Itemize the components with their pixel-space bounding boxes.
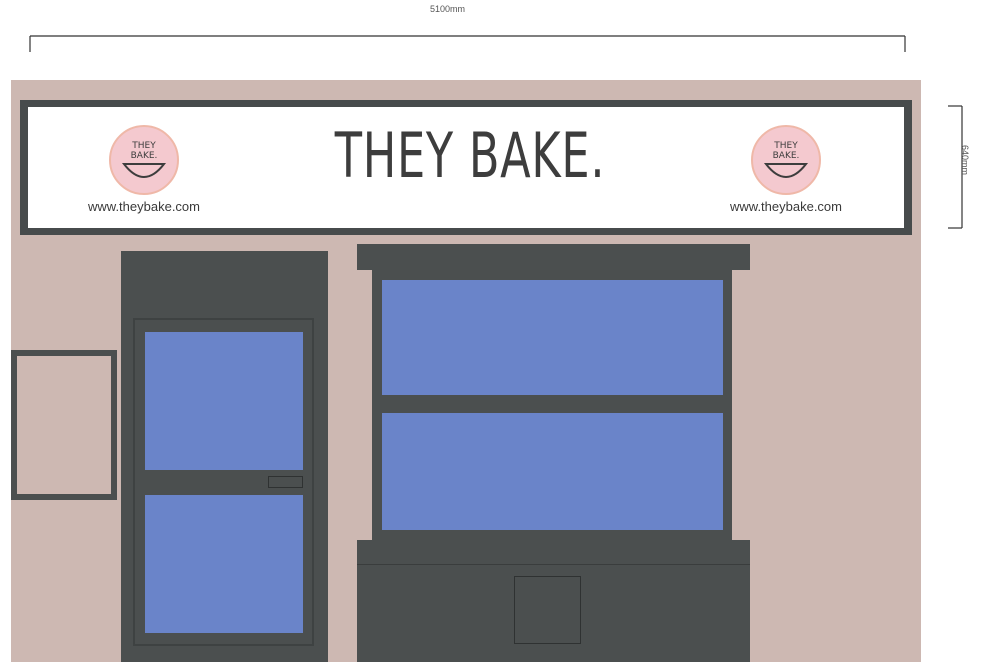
logo-right-icon: THEY BAKE. [751, 125, 821, 195]
door-handle [268, 476, 303, 488]
svg-text:BAKE.: BAKE. [773, 151, 800, 161]
side-window-panel [17, 356, 111, 494]
stallriser-panel [514, 576, 581, 644]
width-dimension-line [29, 35, 906, 52]
height-dimension-label: 640mm [960, 145, 970, 176]
svg-text:BAKE.: BAKE. [131, 151, 158, 161]
website-url-right: www.theybake.com [730, 199, 842, 214]
window-glass-lower [382, 413, 723, 530]
window-canopy [357, 244, 750, 270]
brand-name: THEY BAKE. [334, 119, 606, 192]
website-url-left: www.theybake.com [88, 199, 200, 214]
door-glass-upper [145, 332, 303, 470]
door-header [121, 251, 328, 308]
window-glass-upper [382, 280, 723, 395]
logo-left-icon: THEY BAKE. [109, 125, 179, 195]
window-sill [357, 540, 750, 564]
svg-text:THEY: THEY [773, 141, 798, 151]
svg-text:THEY: THEY [131, 141, 156, 151]
door-glass-lower [145, 495, 303, 633]
